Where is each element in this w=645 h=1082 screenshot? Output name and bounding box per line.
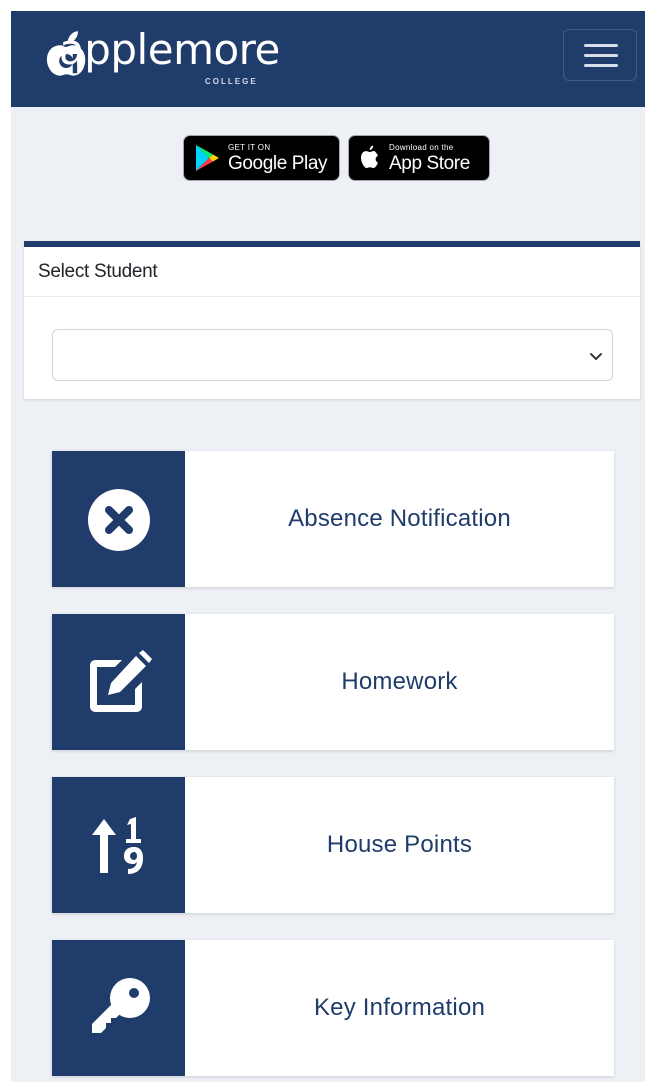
hamburger-icon-bar	[584, 54, 618, 57]
hamburger-icon	[584, 44, 618, 47]
app-store-badges: GET IT ON Google Play Download on the Ap…	[183, 135, 490, 181]
chevron-down-icon	[590, 353, 602, 360]
google-play-small-text: GET IT ON	[228, 142, 271, 152]
tile-label: House Points	[326, 831, 473, 858]
tile-label: Absence Notification	[288, 505, 511, 532]
key-icon	[92, 978, 150, 1033]
tile-homework[interactable]: Homework	[52, 614, 614, 750]
select-student-title: Select Student	[24, 247, 640, 297]
google-play-big-text: Google Play	[228, 152, 328, 174]
hamburger-icon-bar	[584, 64, 618, 67]
menu-toggle-button[interactable]	[563, 29, 637, 81]
app-store-badge[interactable]: Download on the App Store	[348, 135, 490, 181]
times-circle-icon	[88, 489, 150, 551]
google-play-badge[interactable]: GET IT ON Google Play	[183, 135, 340, 181]
google-play-icon	[196, 145, 219, 171]
tile-icon-box	[52, 451, 185, 587]
sort-numeric-up-icon	[92, 817, 143, 874]
app-store-small-text: Download on the	[389, 142, 454, 152]
tile-key-information[interactable]: Key Information	[52, 940, 614, 1076]
tile-label: Homework	[341, 668, 458, 695]
brand-subtitle: COLLEGE	[205, 77, 258, 86]
tile-icon-box	[52, 614, 185, 750]
top-navbar: applemore COLLEGE	[11, 11, 645, 107]
student-select-dropdown[interactable]	[52, 329, 613, 381]
tile-house-points[interactable]: House Points	[52, 777, 614, 913]
select-student-card: Select Student	[24, 241, 640, 399]
tile-absence-notification[interactable]: Absence Notification	[52, 451, 614, 587]
tile-icon-box	[52, 940, 185, 1076]
app-store-big-text: App Store	[389, 152, 470, 174]
tile-icon-box	[52, 777, 185, 913]
page: applemore COLLEGE GET IT ON Google Play	[11, 11, 645, 1082]
brand-wordmark: applemore	[59, 25, 280, 74]
apple-icon	[361, 145, 378, 168]
tile-label: Key Information	[313, 994, 486, 1021]
edit-icon	[90, 650, 152, 712]
